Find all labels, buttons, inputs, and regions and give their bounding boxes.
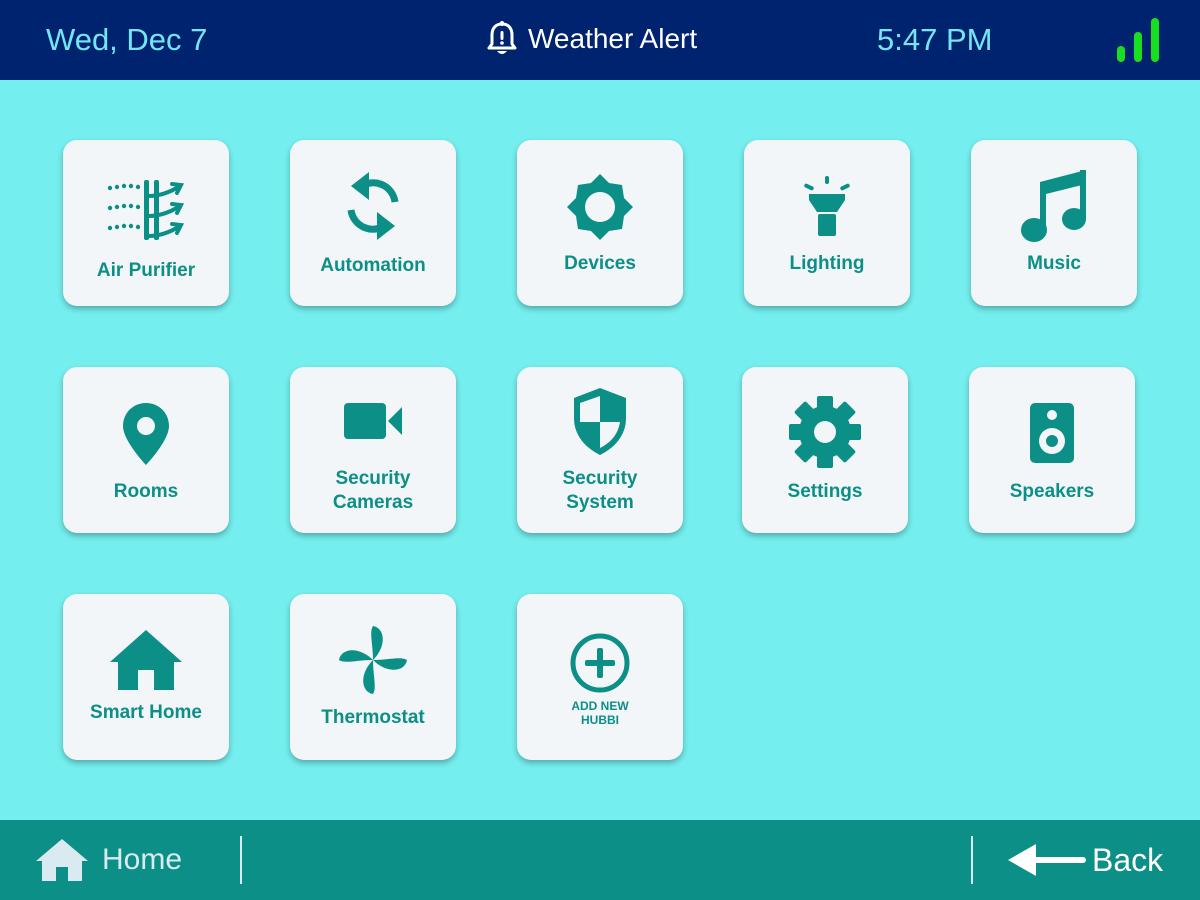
divider xyxy=(240,836,242,884)
tile-label: Music xyxy=(1027,253,1081,274)
tile-label: Automation xyxy=(320,255,426,276)
tile-label: Rooms xyxy=(113,481,179,502)
arrow-left-icon xyxy=(1006,840,1086,880)
flashlight-icon xyxy=(744,176,910,238)
add-circle-icon xyxy=(517,632,683,694)
tile-settings[interactable]: Settings xyxy=(742,367,908,533)
home-button[interactable]: Home xyxy=(36,832,182,888)
tile-music[interactable]: Music xyxy=(971,140,1137,306)
video-camera-icon xyxy=(290,401,456,441)
date-label: Wed, Dec 7 xyxy=(46,22,208,57)
bottom-nav-bar: Home Back xyxy=(0,820,1200,900)
back-label: Back xyxy=(1092,841,1164,878)
speaker-icon xyxy=(969,403,1135,463)
tile-label: Devices xyxy=(564,253,636,274)
weather-alert-label: Weather Alert xyxy=(528,23,698,54)
map-pin-icon xyxy=(63,403,229,465)
tile-label: Lighting xyxy=(789,253,865,274)
bell-alert-icon xyxy=(486,20,518,58)
air-purifier-icon xyxy=(63,178,229,242)
tile-devices[interactable]: Devices xyxy=(517,140,683,306)
sync-arrows-icon xyxy=(290,168,456,244)
tile-security-cameras[interactable]: Security Cameras xyxy=(290,367,456,533)
tile-label: Speakers xyxy=(1009,481,1095,502)
tile-thermostat[interactable]: Thermostat xyxy=(290,594,456,760)
fan-icon xyxy=(290,626,456,694)
tile-lighting[interactable]: Lighting xyxy=(744,140,910,306)
tile-automation[interactable]: Automation xyxy=(290,140,456,306)
weather-alert[interactable]: Weather Alert xyxy=(486,20,697,58)
music-note-icon xyxy=(971,168,1137,244)
tile-rooms[interactable]: Rooms xyxy=(63,367,229,533)
devices-gear-icon xyxy=(517,174,683,240)
shield-icon xyxy=(517,388,683,456)
tile-add-new-hubbi[interactable]: ADD NEW HUBBI xyxy=(517,594,683,760)
back-button[interactable]: Back xyxy=(1006,832,1163,888)
status-bar: Wed, Dec 7 Weather Alert 5:47 PM xyxy=(0,0,1200,80)
time-label: 5:47 PM xyxy=(877,22,993,57)
settings-gear-icon xyxy=(742,395,908,469)
tile-label: Air Purifier xyxy=(96,260,196,281)
signal-strength-icon xyxy=(1117,18,1159,62)
tile-label: Thermostat xyxy=(321,707,425,728)
tile-speakers[interactable]: Speakers xyxy=(969,367,1135,533)
home-label: Home xyxy=(102,843,183,876)
tile-label: Settings xyxy=(787,481,863,502)
home-icon xyxy=(36,837,88,883)
tile-label: ADD NEW HUBBI xyxy=(571,699,629,727)
house-icon xyxy=(63,628,229,692)
tile-label: Smart Home xyxy=(90,702,202,723)
tile-label: Security System xyxy=(562,468,638,513)
tile-smart-home[interactable]: Smart Home xyxy=(63,594,229,760)
tile-air-purifier[interactable]: Air Purifier xyxy=(63,140,229,306)
divider xyxy=(971,836,973,884)
tile-label: Security Cameras xyxy=(332,468,414,513)
tile-security-system[interactable]: Security System xyxy=(517,367,683,533)
